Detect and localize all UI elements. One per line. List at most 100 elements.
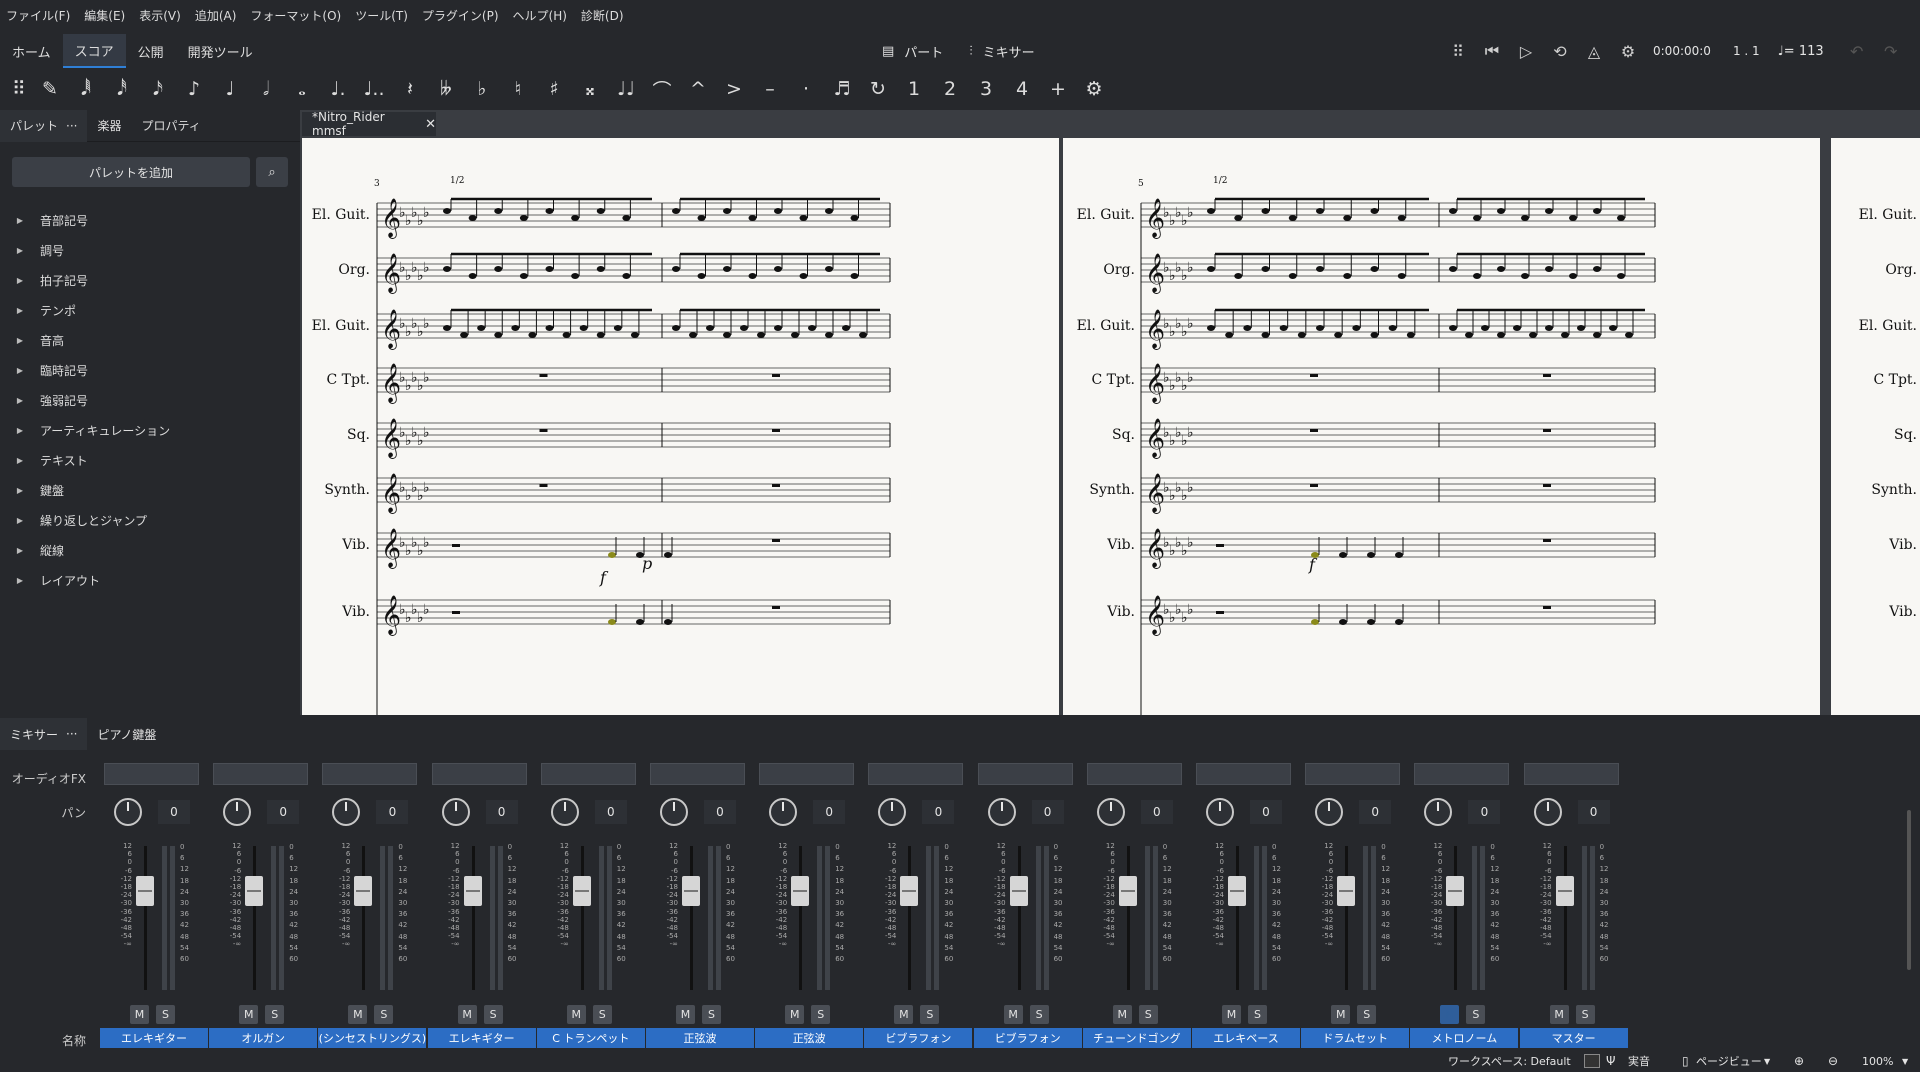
audio-fx-slot[interactable]	[1196, 763, 1291, 785]
solo-button[interactable]: S	[483, 1005, 503, 1024]
palette-item[interactable]: ▶ 拍子記号	[0, 265, 300, 295]
pen-icon[interactable]: ✎	[32, 74, 68, 104]
audio-fx-slot[interactable]	[213, 763, 309, 785]
menu-add[interactable]: 追加(A)	[195, 7, 237, 24]
solo-button[interactable]: S	[265, 1005, 285, 1024]
audio-fx-slot[interactable]	[104, 763, 199, 785]
mute-button[interactable]: M	[239, 1005, 259, 1024]
pan-knob[interactable]	[660, 798, 688, 826]
solo-button[interactable]: S	[1029, 1005, 1049, 1024]
mute-button[interactable]: M	[894, 1005, 914, 1024]
volume-fader[interactable]	[1118, 876, 1137, 906]
solo-button[interactable]: S	[1357, 1005, 1377, 1024]
audio-fx-slot[interactable]	[1414, 763, 1510, 785]
audio-fx-slot[interactable]	[650, 763, 745, 785]
volume-fader[interactable]	[900, 876, 919, 906]
pan-knob[interactable]	[223, 798, 252, 826]
mute-button[interactable]: M	[1003, 1005, 1023, 1024]
mute-button[interactable]: M	[457, 1005, 477, 1024]
pan-value[interactable]: 0	[1577, 800, 1610, 824]
zoom-out-icon[interactable]: ⊖	[1828, 1054, 1838, 1068]
channel-name[interactable]: ドラムセット	[1301, 1028, 1410, 1048]
palette-item[interactable]: ▶ アーティキュレーション	[0, 415, 300, 445]
mute-button[interactable]: M	[1440, 1005, 1460, 1024]
pan-value[interactable]: 0	[485, 800, 518, 824]
pan-knob[interactable]	[1533, 798, 1562, 826]
close-icon[interactable]: ✕	[425, 117, 436, 132]
channel-name[interactable]: 正弦波	[646, 1028, 754, 1048]
tab-publish[interactable]: 公開	[126, 34, 176, 68]
menu-diagnostic[interactable]: 診断(D)	[581, 7, 624, 24]
tenuto-icon[interactable]: –	[752, 74, 788, 104]
audio-fx-slot[interactable]	[322, 763, 418, 785]
palette-item[interactable]: ▶ 調号	[0, 235, 300, 265]
pan-knob[interactable]	[1206, 798, 1234, 826]
solo-button[interactable]: S	[702, 1005, 721, 1024]
flat-icon[interactable]: ♭	[464, 74, 500, 104]
score-view[interactable]: *Nitro_Rider mmsf ✕ El. Guit. 𝄞 ♭ ♭ ♭ ♭ ♭ Org. 𝄞…	[300, 110, 1920, 715]
channel-name[interactable]: オルガン	[209, 1028, 318, 1048]
channel-name[interactable]: エレキギター	[427, 1028, 536, 1048]
tab-piano-keyboard[interactable]: ピアノ鍵盤	[87, 718, 166, 750]
volume-fader[interactable]	[1009, 876, 1028, 906]
rewind-icon[interactable]: ⏮	[1479, 41, 1505, 61]
mute-button[interactable]: M	[566, 1005, 586, 1024]
mute-button[interactable]: M	[1222, 1005, 1241, 1024]
score-page-2[interactable]: El. Guit. 𝄞 ♭ ♭ ♭ ♭ ♭ Org. 𝄞 ♭ ♭ ♭ ♭ ♭ El. Guit. 𝄞 ♭ ♭ ♭ ♭ ♭…	[1063, 138, 1820, 715]
menu-edit[interactable]: 編集(E)	[84, 7, 125, 24]
palette-item[interactable]: ▶ 強弱記号	[0, 385, 300, 415]
tab-palettes[interactable]: パレット ···	[0, 109, 88, 142]
undo-icon[interactable]: ↶	[1844, 42, 1870, 61]
solo-button[interactable]: S	[1575, 1005, 1595, 1024]
score-page-1[interactable]: El. Guit. 𝄞 ♭ ♭ ♭ ♭ ♭ Org. 𝄞 ♭ ♭ ♭ ♭ ♭ El. Guit. 𝄞 ♭ ♭ ♭ ♭ ♭…	[302, 138, 1059, 715]
flip-icon[interactable]: ↻	[860, 74, 896, 104]
mute-button[interactable]: M	[348, 1005, 368, 1024]
menu-help[interactable]: ヘルプ(H)	[513, 7, 567, 24]
pan-value[interactable]: 0	[267, 800, 300, 824]
zoom-in-icon[interactable]: ⊕	[1794, 1054, 1804, 1068]
mute-button[interactable]: M	[1549, 1005, 1569, 1024]
drag-handle-icon[interactable]: ⠿	[1445, 42, 1471, 61]
channel-name[interactable]: ビブラフォン	[864, 1028, 973, 1048]
double-sharp-icon[interactable]: 𝄪	[572, 74, 608, 104]
channel-name[interactable]: エレキベース	[1192, 1028, 1300, 1048]
solo-button[interactable]: S	[592, 1005, 612, 1024]
pan-knob[interactable]	[878, 798, 907, 826]
accent-icon[interactable]: >	[716, 74, 752, 104]
volume-fader[interactable]	[572, 876, 591, 906]
tuplet-icon[interactable]: ♬	[824, 74, 860, 104]
mute-button[interactable]: M	[1331, 1005, 1351, 1024]
channel-name[interactable]: (シンセストリングス)	[318, 1028, 427, 1048]
menu-view[interactable]: 表示(V)	[139, 7, 181, 24]
pan-value[interactable]: 0	[1359, 800, 1392, 824]
view-mode-dropdown[interactable]: ページビュー	[1696, 1053, 1762, 1069]
pan-knob[interactable]	[550, 798, 579, 826]
solo-button[interactable]: S	[1138, 1005, 1158, 1024]
32nd-note-icon[interactable]: 𝅘𝅥𝅰	[104, 74, 140, 104]
channel-name[interactable]: チューンドゴング	[1082, 1028, 1191, 1048]
add-palette-button[interactable]: パレットを追加	[12, 157, 250, 187]
sharp-icon[interactable]: ♯	[536, 74, 572, 104]
channel-name[interactable]: エレキギター	[100, 1028, 208, 1048]
voice-2-icon[interactable]: 2	[932, 74, 968, 104]
loop-icon[interactable]: ⟲	[1547, 42, 1573, 61]
pan-knob[interactable]	[769, 798, 798, 826]
zoom-level[interactable]: 100%	[1862, 1055, 1893, 1068]
palette-item[interactable]: ▶ 繰り返しとジャンプ	[0, 505, 300, 535]
palette-item[interactable]: ▶ 鍵盤	[0, 475, 300, 505]
tab-score[interactable]: スコア	[62, 34, 126, 68]
menu-format[interactable]: フォーマット(O)	[250, 7, 341, 24]
half-note-icon[interactable]: 𝅗𝅥	[248, 74, 284, 104]
pan-value[interactable]: 0	[813, 800, 846, 824]
pan-value[interactable]: 0	[594, 800, 627, 824]
pan-knob[interactable]	[114, 798, 142, 826]
volume-fader[interactable]	[1228, 876, 1246, 906]
workspace-selector[interactable]: ワークスペース: Default	[1448, 1053, 1571, 1069]
double-flat-icon[interactable]: 𝄫	[428, 74, 464, 104]
pan-value[interactable]: 0	[158, 800, 190, 824]
solo-button[interactable]: S	[920, 1005, 940, 1024]
pan-value[interactable]: 0	[1031, 800, 1064, 824]
channel-name[interactable]: C トランペット	[536, 1028, 645, 1048]
metronome-icon[interactable]: ◬	[1581, 42, 1607, 61]
mute-button[interactable]: M	[130, 1005, 149, 1024]
